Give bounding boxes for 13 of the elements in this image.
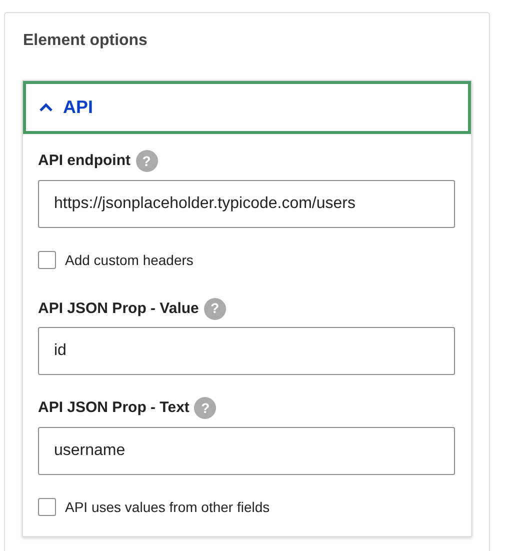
text-field[interactable]: https://jsonplaceholder.typicode.com/users xyxy=(38,180,455,228)
field-label: API JSON Prop - Text xyxy=(38,398,190,418)
panel-title: Element options xyxy=(23,31,148,51)
text-field[interactable]: id xyxy=(38,327,455,375)
checkbox-label: API uses values from other fields xyxy=(65,498,270,516)
chevron-up-icon xyxy=(39,103,53,112)
section-header[interactable]: API xyxy=(23,81,471,134)
checkbox[interactable] xyxy=(38,251,56,269)
checkbox[interactable] xyxy=(38,498,56,516)
field-label: API JSON Prop - Value xyxy=(38,298,199,318)
text-field[interactable]: username xyxy=(38,426,455,474)
field-label: API endpoint xyxy=(38,151,130,171)
checkbox-label: Add custom headers xyxy=(65,250,194,270)
